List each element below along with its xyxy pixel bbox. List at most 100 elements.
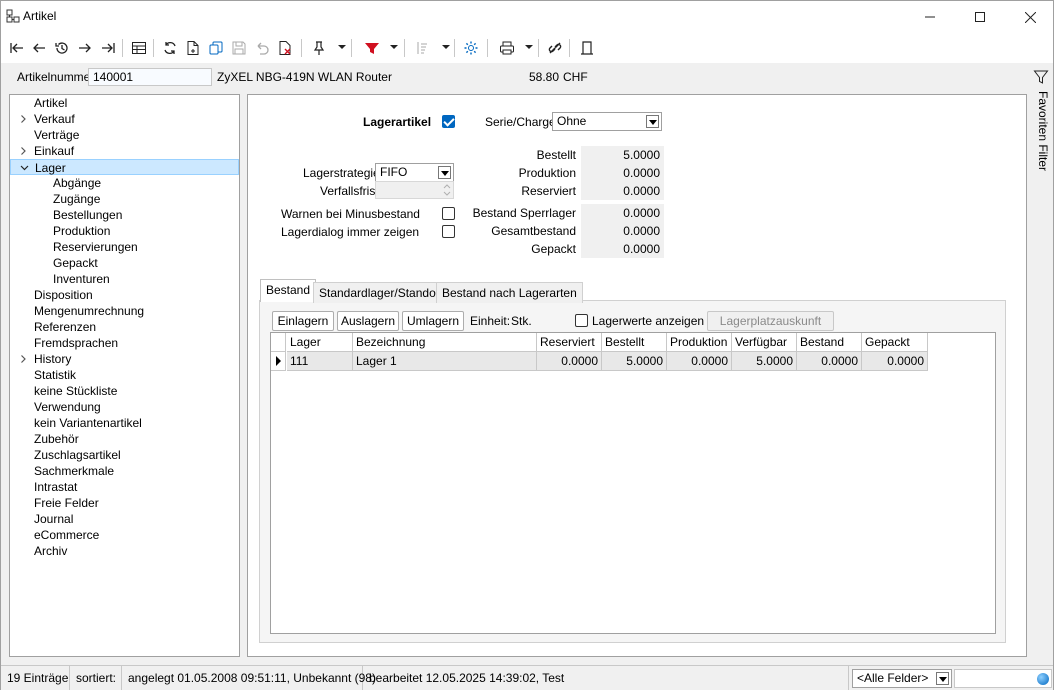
auslagern-button[interactable]: Auslagern [337, 311, 399, 331]
table-cell[interactable]: 0.0000 [667, 352, 732, 371]
new-document-icon[interactable] [182, 37, 204, 59]
tree-item-verkauf[interactable]: Verkauf [10, 111, 239, 127]
tree-item-reservierungen[interactable]: Reservierungen [10, 239, 239, 255]
stat-gepackt-label: Gepackt [531, 242, 576, 256]
tree-item-zuschlagsartikel[interactable]: Zuschlagsartikel [10, 447, 239, 463]
tab-bestand-nach-lagerarten[interactable]: Bestand nach Lagerarten [436, 282, 583, 303]
print-dropdown-icon[interactable] [525, 45, 533, 49]
history-icon[interactable] [51, 37, 73, 59]
lagerplatzauskunft-button[interactable]: Lagerplatzauskunft [707, 311, 834, 331]
tree-item-einkauf[interactable]: Einkauf [10, 143, 239, 159]
column-header[interactable]: Produktion [667, 333, 732, 352]
lagerartikel-checkbox[interactable] [442, 115, 455, 128]
table-cell[interactable]: 0.0000 [537, 352, 602, 371]
tab-standardlager[interactable]: Standardlager/Standort [313, 282, 450, 303]
tab-bestand[interactable]: Bestand [260, 279, 317, 302]
tree-item-produktion[interactable]: Produktion [10, 223, 239, 239]
table-cell[interactable]: Lager 1 [353, 352, 537, 371]
tree-item-verträge[interactable]: Verträge [10, 127, 239, 143]
column-header[interactable]: Bestand [797, 333, 862, 352]
pin-dropdown-icon[interactable] [338, 45, 346, 49]
tree-item-artikel[interactable]: Artikel [10, 95, 239, 111]
tree-item-label: Verträge [34, 128, 80, 142]
table-view-icon[interactable] [128, 37, 150, 59]
column-header[interactable]: Reserviert [537, 333, 602, 352]
table-cell[interactable]: 5.0000 [602, 352, 667, 371]
table-cell[interactable]: 0.0000 [797, 352, 862, 371]
tree-item-label: Einkauf [34, 144, 75, 158]
favorites-filter-icon[interactable] [1033, 69, 1049, 85]
field-filter-select[interactable]: <Alle Felder> [852, 669, 952, 688]
undo-icon[interactable] [251, 37, 273, 59]
column-header[interactable]: Verfügbar [732, 333, 797, 352]
tree-item-referenzen[interactable]: Referenzen [10, 319, 239, 335]
column-header[interactable]: Gepackt [862, 333, 928, 352]
tree-item-mengenumrechnung[interactable]: Mengenumrechnung [10, 303, 239, 319]
tree-item-abgänge[interactable]: Abgänge [10, 175, 239, 191]
verfallsfrist-spinner-icon[interactable] [441, 182, 453, 198]
refresh-icon[interactable] [159, 37, 181, 59]
tree-item-fremdsprachen[interactable]: Fremdsprachen [10, 335, 239, 351]
artikelnummer-input[interactable]: 140001 [88, 68, 212, 86]
lagerstrategie-select[interactable]: FIFO [375, 163, 454, 182]
maximize-button[interactable] [957, 1, 1003, 33]
tree-item-label: Zuschlagsartikel [34, 448, 121, 462]
tree-item-kein-variantenartikel[interactable]: kein Variantenartikel [10, 415, 239, 431]
table-cell[interactable]: 111 [287, 352, 353, 371]
sort-icon[interactable] [412, 37, 434, 59]
table-cell[interactable]: 0.0000 [862, 352, 928, 371]
save-icon[interactable] [228, 37, 250, 59]
lagerdialog-checkbox[interactable] [442, 225, 455, 238]
tree-item-verwendung[interactable]: Verwendung [10, 399, 239, 415]
filter-dropdown-icon[interactable] [390, 45, 398, 49]
first-record-icon[interactable] [6, 37, 28, 59]
globe-icon[interactable] [1037, 673, 1049, 685]
print-icon[interactable] [496, 37, 518, 59]
tree-item-history[interactable]: History [10, 351, 239, 367]
chevron-down-icon[interactable] [936, 672, 949, 685]
einlagern-button[interactable]: Einlagern [272, 311, 334, 331]
previous-record-icon[interactable] [28, 37, 50, 59]
minimize-button[interactable] [907, 1, 953, 33]
column-header[interactable]: Bestellt [602, 333, 667, 352]
table-cell[interactable]: 5.0000 [732, 352, 797, 371]
next-record-icon[interactable] [74, 37, 96, 59]
tree-item-freie-felder[interactable]: Freie Felder [10, 495, 239, 511]
tree-item-archiv[interactable]: Archiv [10, 543, 239, 559]
serie-charge-select[interactable]: Ohne [552, 112, 662, 131]
tree-item-statistik[interactable]: Statistik [10, 367, 239, 383]
chevron-down-icon[interactable] [646, 115, 659, 128]
tree-item-zugänge[interactable]: Zugänge [10, 191, 239, 207]
tree-item-label: Reservierungen [53, 240, 138, 254]
pin-icon[interactable] [308, 37, 330, 59]
last-record-icon[interactable] [97, 37, 119, 59]
tree-item-bestellungen[interactable]: Bestellungen [10, 207, 239, 223]
favorites-filter-panel[interactable]: Favoriten Filter [1036, 91, 1050, 171]
tree-item-gepackt[interactable]: Gepackt [10, 255, 239, 271]
tree-item-intrastat[interactable]: Intrastat [10, 479, 239, 495]
tree-item-zubehör[interactable]: Zubehör [10, 431, 239, 447]
tree-item-ecommerce[interactable]: eCommerce [10, 527, 239, 543]
tree-item-journal[interactable]: Journal [10, 511, 239, 527]
door-icon[interactable] [576, 37, 598, 59]
row-indicator-icon[interactable] [271, 352, 286, 371]
sort-dropdown-icon[interactable] [442, 45, 450, 49]
column-header[interactable]: Lager [287, 333, 353, 352]
lagerwerte-checkbox[interactable] [575, 314, 588, 327]
warnen-checkbox[interactable] [442, 207, 455, 220]
delete-document-icon[interactable] [274, 37, 296, 59]
link-icon[interactable] [544, 37, 566, 59]
tree-item-inventuren[interactable]: Inventuren [10, 271, 239, 287]
copy-icon[interactable] [205, 37, 227, 59]
umlagern-button[interactable]: Umlagern [402, 311, 464, 331]
tree-item-keine-stückliste[interactable]: keine Stückliste [10, 383, 239, 399]
column-header[interactable]: Bezeichnung [353, 333, 537, 352]
settings-icon[interactable] [460, 37, 482, 59]
tree-item-disposition[interactable]: Disposition [10, 287, 239, 303]
tree-item-lager[interactable]: Lager [10, 159, 239, 175]
lagerartikel-label: Lagerartikel [363, 115, 432, 129]
chevron-down-icon[interactable] [438, 166, 451, 179]
tree-item-sachmerkmale[interactable]: Sachmerkmale [10, 463, 239, 479]
close-button[interactable] [1007, 1, 1053, 33]
filter-icon[interactable] [361, 37, 383, 59]
